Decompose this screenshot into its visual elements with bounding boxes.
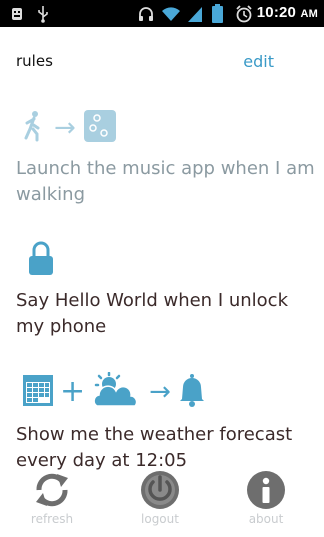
about-label: about (248, 512, 284, 526)
about-button[interactable]: about (226, 460, 306, 537)
usb-icon (34, 4, 52, 23)
headphones-icon (136, 4, 156, 23)
rule-icons: + → (22, 371, 205, 412)
refresh-label: refresh (30, 512, 74, 526)
rule-text: Say Hello World when I unlock my phone (16, 290, 288, 337)
status-bar: 10:20 AM (0, 0, 324, 27)
battery-icon (210, 4, 224, 23)
usb-debug-icon (8, 4, 26, 23)
arrow-right-icon: → (54, 113, 76, 143)
rule-icons: → (22, 108, 116, 148)
status-time: 10:20 (256, 4, 297, 21)
plus-icon: + (60, 374, 86, 409)
logout-label: logout (141, 512, 179, 526)
power-icon (140, 470, 180, 510)
arrow-right-icon: → (149, 377, 171, 407)
status-clock: 10:20 AM (257, 4, 318, 21)
rule-item[interactable]: Say Hello World when I unlock my phone (0, 240, 324, 340)
refresh-button[interactable]: refresh (12, 460, 92, 537)
calendar-icon (22, 373, 54, 411)
lock-icon (28, 240, 54, 280)
music-app-icon (83, 110, 116, 146)
walking-icon (22, 110, 46, 146)
rule-item[interactable]: + → Show me the weather forecast every d… (0, 371, 324, 471)
rule-icons (28, 240, 54, 280)
bell-icon (179, 373, 205, 411)
page-title: rules (16, 52, 53, 70)
rule-item[interactable]: → Launch the music app when I am walking (0, 108, 324, 208)
signal-icon (186, 4, 204, 23)
logout-button[interactable]: logout (120, 460, 200, 537)
wifi-icon (160, 4, 182, 23)
rule-text: Launch the music app when I am walking (16, 158, 315, 205)
alarm-icon (234, 4, 254, 23)
status-ampm: AM (300, 8, 318, 20)
header: rules edit (0, 48, 324, 78)
info-icon (246, 470, 286, 510)
edit-button[interactable]: edit (243, 52, 274, 71)
bottom-bar: refresh logout about (0, 460, 324, 537)
refresh-icon (32, 470, 72, 510)
weather-icon (91, 371, 141, 412)
